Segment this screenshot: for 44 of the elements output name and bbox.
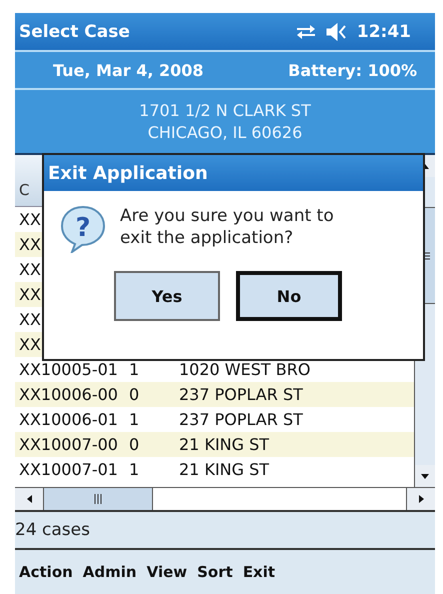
- table-cell: XX10005-01: [19, 360, 118, 379]
- clock-time[interactable]: 12:41: [356, 22, 411, 42]
- table-cell: 1: [129, 460, 140, 479]
- menu-item[interactable]: View: [144, 563, 190, 581]
- table-cell: XX: [19, 285, 41, 304]
- grip-icon[interactable]: [94, 494, 102, 504]
- table-cell: 1020 WEST BRO: [179, 360, 310, 379]
- menu-item[interactable]: Sort: [195, 563, 235, 581]
- menu-item[interactable]: Exit: [240, 563, 278, 581]
- table-cell: 237 POPLAR ST: [179, 410, 303, 429]
- table-cell: 237 POPLAR ST: [179, 385, 303, 404]
- table-cell: XX: [19, 235, 41, 254]
- table-cell: XX10007-01: [19, 460, 118, 479]
- scroll-down-icon[interactable]: [421, 474, 429, 478]
- table-cell: XX: [19, 335, 41, 354]
- connectivity-icon[interactable]: [294, 22, 317, 40]
- horizontal-scrollbar[interactable]: [15, 487, 435, 512]
- table-cell: XX10007-00: [19, 435, 118, 454]
- dialog-message: Are you sure you want to exit the application?: [120, 205, 335, 249]
- table-cell: 0: [129, 435, 140, 454]
- table-cell: XX10006-00: [19, 385, 118, 404]
- menu-item[interactable]: Admin: [80, 563, 139, 581]
- menu-item[interactable]: Action: [17, 563, 75, 581]
- battery-label: Battery: 100%: [288, 60, 417, 80]
- table-cell: 21 KING ST: [179, 435, 270, 454]
- case-count: 24 cases: [15, 520, 90, 540]
- table-cell: XX: [19, 260, 41, 279]
- address-line: CHICAGO, IL 60626: [148, 122, 302, 144]
- table-cell: XX10006-01: [19, 410, 118, 429]
- date-label: Tue, Mar 4, 2008: [53, 60, 204, 80]
- address-line: 1701 1/2 N CLARK ST: [139, 100, 311, 122]
- dialog-button[interactable]: Yes: [114, 271, 220, 321]
- table-cell: XX: [19, 310, 41, 329]
- table-cell: XX: [19, 210, 41, 229]
- table-cell: 0: [129, 385, 140, 404]
- table-cell: 1: [129, 360, 140, 379]
- question-bubble-icon: ?: [60, 205, 106, 253]
- scroll-left-icon[interactable]: [26, 495, 32, 503]
- screen-title: Select Case: [19, 22, 131, 42]
- scroll-right-icon[interactable]: [418, 495, 424, 503]
- dialog-button[interactable]: No: [236, 271, 342, 321]
- table-cell: 1: [129, 410, 140, 429]
- dialog-title: Exit Application: [44, 155, 423, 191]
- table-cell: 21 KING ST: [179, 460, 270, 479]
